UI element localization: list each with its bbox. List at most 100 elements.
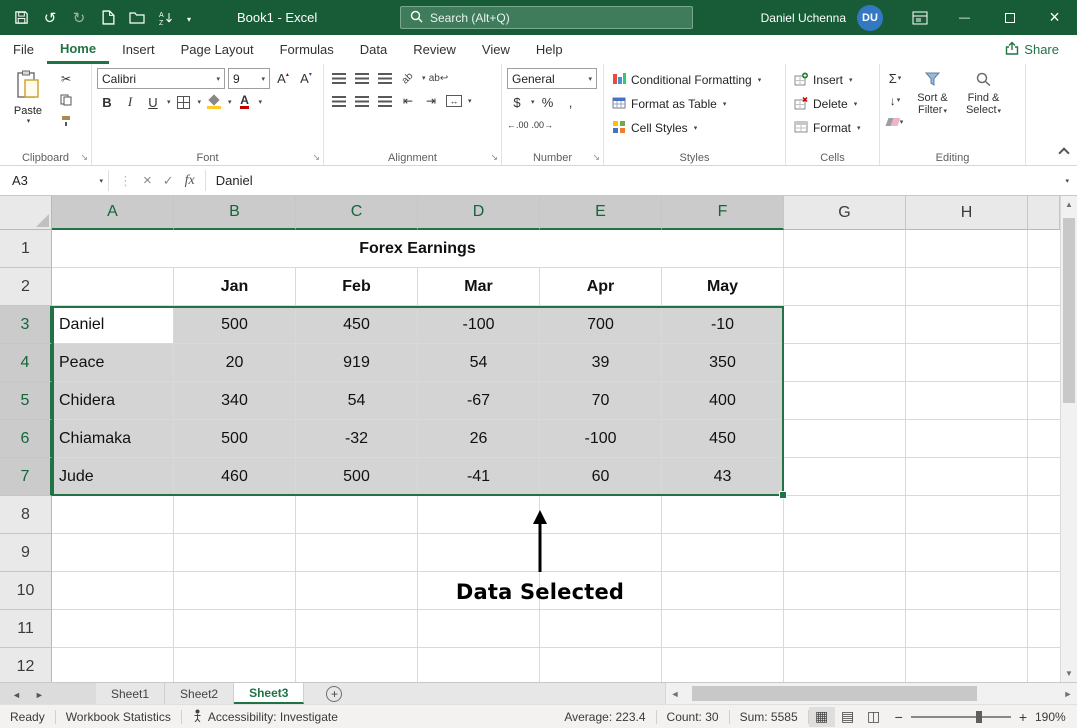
name-box-dropdown-icon[interactable]: [98, 177, 103, 185]
column-header-D[interactable]: D: [418, 196, 540, 230]
column-header-G[interactable]: G: [784, 196, 906, 230]
cell-I6-partial[interactable]: [1028, 420, 1060, 458]
sort-filter-button[interactable]: Sort & Filter: [909, 68, 956, 132]
cell-A2[interactable]: [52, 268, 174, 306]
cell-E4[interactable]: 39: [540, 344, 662, 382]
cell-C9[interactable]: [296, 534, 418, 572]
increase-font-size-button[interactable]: A: [273, 69, 293, 89]
number-dialog-launcher-icon[interactable]: [592, 152, 600, 163]
workbook-statistics-button[interactable]: Workbook Statistics: [56, 710, 181, 724]
font-color-dropdown-icon[interactable]: [258, 98, 263, 106]
cell-B9[interactable]: [174, 534, 296, 572]
zoom-out-button[interactable]: [895, 709, 903, 725]
column-header-A[interactable]: A: [52, 196, 174, 230]
cell-D3[interactable]: -100: [418, 306, 540, 344]
undo-icon[interactable]: [42, 9, 58, 27]
cell-F12[interactable]: [662, 648, 784, 682]
cell-C4[interactable]: 919: [296, 344, 418, 382]
fill-color-button[interactable]: [204, 92, 224, 112]
cell-H8[interactable]: [906, 496, 1028, 534]
bold-button[interactable]: B: [97, 92, 117, 112]
cell-B7[interactable]: 460: [174, 458, 296, 496]
cell-B6[interactable]: 500: [174, 420, 296, 458]
cell-F11[interactable]: [662, 610, 784, 648]
horizontal-scrollbar-track[interactable]: [684, 683, 1059, 704]
cell-I5-partial[interactable]: [1028, 382, 1060, 420]
top-align-button[interactable]: [329, 68, 349, 88]
format-cells-button[interactable]: Format: [791, 116, 874, 140]
cell-H3[interactable]: [906, 306, 1028, 344]
cell-I4-partial[interactable]: [1028, 344, 1060, 382]
maximize-button[interactable]: [987, 0, 1032, 35]
cell-G9[interactable]: [784, 534, 906, 572]
search-bar[interactable]: [400, 6, 693, 29]
cell-H11[interactable]: [906, 610, 1028, 648]
cell-F5[interactable]: 400: [662, 382, 784, 420]
tab-page-layout[interactable]: Page Layout: [168, 35, 267, 64]
paste-button[interactable]: Paste: [5, 68, 51, 130]
cell-H2[interactable]: [906, 268, 1028, 306]
vertical-scrollbar-thumb[interactable]: [1063, 218, 1075, 403]
percent-style-button[interactable]: %: [538, 92, 558, 112]
column-header-partial[interactable]: [1028, 196, 1060, 230]
font-size-combobox[interactable]: 9: [228, 68, 270, 89]
cell-G2[interactable]: [784, 268, 906, 306]
column-header-E[interactable]: E: [540, 196, 662, 230]
cell-I1-partial[interactable]: [1028, 230, 1060, 268]
autosum-button[interactable]: [885, 68, 905, 88]
normal-view-button[interactable]: [809, 707, 835, 727]
new-file-icon[interactable]: [100, 9, 116, 27]
accounting-format-button[interactable]: $: [507, 92, 527, 112]
ribbon-display-options-icon[interactable]: [897, 0, 942, 35]
orientation-dropdown-icon[interactable]: [421, 74, 426, 82]
cell-G4[interactable]: [784, 344, 906, 382]
cell-C2[interactable]: Feb: [296, 268, 418, 306]
cell-E10[interactable]: [540, 572, 662, 610]
row-header-11[interactable]: 11: [0, 610, 52, 648]
italic-button[interactable]: I: [120, 92, 140, 112]
account-name[interactable]: Daniel Uchenna: [761, 11, 846, 25]
formula-bar-expand-icon[interactable]: [1064, 166, 1077, 195]
cell-A12[interactable]: [52, 648, 174, 682]
redo-icon[interactable]: [71, 9, 87, 27]
cell-G3[interactable]: [784, 306, 906, 344]
cell-G6[interactable]: [784, 420, 906, 458]
cell-C7[interactable]: 500: [296, 458, 418, 496]
cell-C3[interactable]: 450: [296, 306, 418, 344]
horizontal-scrollbar[interactable]: [665, 683, 1077, 704]
find-select-button[interactable]: Find & Select: [960, 68, 1007, 132]
cell-F2[interactable]: May: [662, 268, 784, 306]
zoom-slider[interactable]: [911, 716, 1011, 718]
comma-style-button[interactable]: ,: [561, 92, 581, 112]
page-break-view-button[interactable]: [861, 707, 887, 727]
column-header-H[interactable]: H: [906, 196, 1028, 230]
font-name-combobox[interactable]: Calibri: [97, 68, 225, 89]
underline-button[interactable]: U: [143, 92, 163, 112]
cell-B11[interactable]: [174, 610, 296, 648]
cell-A8[interactable]: [52, 496, 174, 534]
cell-H7[interactable]: [906, 458, 1028, 496]
cell-A1-F1-merged-title[interactable]: Forex Earnings: [52, 230, 784, 268]
orientation-button[interactable]: [398, 68, 418, 88]
cell-E5[interactable]: 70: [540, 382, 662, 420]
cell-A10[interactable]: [52, 572, 174, 610]
cell-C12[interactable]: [296, 648, 418, 682]
collapse-ribbon-icon[interactable]: [1058, 147, 1069, 158]
cell-B2[interactable]: Jan: [174, 268, 296, 306]
column-header-B[interactable]: B: [174, 196, 296, 230]
cell-G11[interactable]: [784, 610, 906, 648]
cell-G12[interactable]: [784, 648, 906, 682]
clear-button[interactable]: [885, 112, 905, 132]
cell-D10[interactable]: [418, 572, 540, 610]
tab-review[interactable]: Review: [400, 35, 469, 64]
column-header-F[interactable]: F: [662, 196, 784, 230]
tab-help[interactable]: Help: [523, 35, 576, 64]
cell-D6[interactable]: 26: [418, 420, 540, 458]
cell-F10[interactable]: [662, 572, 784, 610]
cell-I9-partial[interactable]: [1028, 534, 1060, 572]
save-icon[interactable]: [13, 9, 29, 27]
row-header-7[interactable]: 7: [0, 458, 52, 496]
new-sheet-button[interactable]: [326, 686, 342, 702]
cell-styles-button[interactable]: Cell Styles: [609, 116, 780, 140]
number-format-combobox[interactable]: General: [507, 68, 597, 89]
